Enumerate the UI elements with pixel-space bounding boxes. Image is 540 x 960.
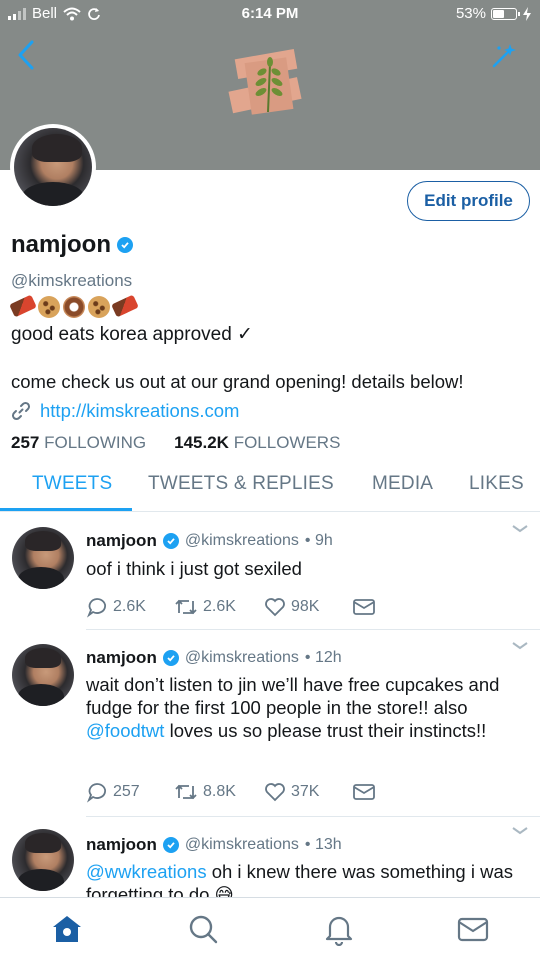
profile-name: namjoon	[11, 231, 111, 258]
tweet-actions: 2.6K 2.6K 98K	[86, 596, 376, 618]
retweet-icon	[175, 599, 197, 615]
speech-bubble-icon	[86, 783, 106, 803]
tweet-author-handle: @kimskreations	[184, 649, 299, 666]
cookie-icon	[88, 296, 110, 318]
tweet-avatar[interactable]	[12, 644, 74, 706]
tweet-text: @wwkreations oh i knew there was somethi…	[86, 860, 526, 897]
share-dm-button[interactable]	[352, 782, 376, 802]
tab-tweets-replies[interactable]: TWEETS & REPLIES	[148, 473, 334, 495]
following-count: 257	[11, 433, 40, 452]
edit-profile-button[interactable]: Edit profile	[407, 181, 530, 221]
followers-label: FOLLOWERS	[233, 433, 341, 452]
profile-link-text[interactable]: http://kimskreations.com	[40, 400, 239, 422]
bio-text: come check us out at our grand opening! …	[11, 371, 464, 392]
like-button[interactable]: 98K	[264, 597, 352, 617]
leaf-sticker-image	[228, 48, 302, 115]
like-count: 37K	[291, 783, 320, 800]
follow-stats: 257 FOLLOWING 145.2K FOLLOWERS	[11, 433, 340, 453]
followers-stat[interactable]: 145.2K FOLLOWERS	[174, 433, 340, 453]
profile-name-row: namjoon	[11, 231, 133, 259]
tweet-avatar[interactable]	[12, 829, 74, 891]
envelope-icon	[353, 784, 375, 800]
tweet-author-handle: @kimskreations	[184, 836, 299, 853]
chevron-down-icon[interactable]	[510, 523, 530, 535]
tweet-avatar[interactable]	[12, 527, 74, 589]
active-tab-indicator	[0, 508, 132, 511]
tweet-time: • 9h	[304, 532, 333, 549]
doughnut-icon	[63, 296, 85, 318]
tweet-author-handle: @kimskreations	[184, 532, 299, 549]
like-button[interactable]: 37K	[264, 782, 352, 802]
bio-emoji-row	[9, 294, 139, 318]
envelope-icon[interactable]	[456, 912, 490, 946]
bottom-tab-bar	[0, 897, 540, 960]
bio-tagline: good eats korea approved ✓	[11, 324, 253, 345]
reply-button[interactable]: 257	[86, 781, 174, 803]
battery-icon	[491, 7, 520, 20]
bell-icon[interactable]	[322, 912, 356, 946]
retweet-button[interactable]: 8.8K	[174, 782, 264, 802]
tweet-author-name: namjoon	[86, 835, 157, 854]
speech-bubble-icon	[86, 598, 106, 618]
charging-icon	[523, 6, 531, 21]
search-icon[interactable]	[186, 912, 220, 946]
following-label: FOLLOWING	[44, 433, 147, 452]
tweet-header: namjoon @kimskreations • 13h	[86, 835, 342, 855]
tweet[interactable]: namjoon @kimskreations • 13h @wwkreation…	[0, 817, 540, 897]
profile-link[interactable]: http://kimskreations.com	[11, 400, 239, 422]
chevron-down-icon[interactable]	[510, 640, 530, 652]
sparkle-icon[interactable]	[488, 42, 518, 68]
heart-icon	[265, 598, 285, 617]
cookie-icon	[38, 296, 60, 318]
tab-tweets[interactable]: TWEETS	[32, 473, 112, 495]
following-stat[interactable]: 257 FOLLOWING	[11, 433, 146, 453]
reply-button[interactable]: 2.6K	[86, 596, 174, 618]
tweet-text-part: loves us so please trust their instincts…	[164, 720, 487, 741]
retweet-icon	[175, 784, 197, 800]
tweet[interactable]: namjoon @kimskreations • 9h oof i think …	[0, 512, 540, 630]
verified-icon	[162, 650, 179, 666]
profile-handle: @kimskreations	[11, 271, 133, 290]
tweet-time: • 13h	[304, 836, 342, 853]
chevron-down-icon[interactable]	[510, 825, 530, 837]
reply-count: 257	[113, 783, 140, 800]
tweet[interactable]: namjoon @kimskreations • 12h wait don’t …	[0, 630, 540, 817]
link-icon	[11, 401, 31, 421]
tab-likes[interactable]: LIKES	[469, 473, 524, 495]
tweet-text: wait don’t listen to jin we’ll have free…	[86, 673, 526, 742]
profile-avatar[interactable]	[10, 124, 96, 210]
chocolate-icon	[111, 294, 139, 318]
like-count: 98K	[291, 598, 320, 615]
retweet-count: 2.6K	[203, 598, 236, 615]
followers-count: 145.2K	[174, 433, 229, 452]
reply-count: 2.6K	[113, 598, 146, 615]
verified-icon	[162, 533, 179, 549]
tweet-actions: 257 8.8K 37K	[86, 781, 376, 803]
tweet-header: namjoon @kimskreations • 12h	[86, 648, 342, 668]
mention-link[interactable]: @wwkreations	[86, 861, 207, 882]
tweet-author-name: namjoon	[86, 648, 157, 667]
battery-percent: 53%	[455, 5, 486, 22]
tweet-text: oof i think i just got sexiled	[86, 558, 302, 579]
verified-icon	[162, 837, 179, 853]
tweet-author-name: namjoon	[86, 531, 157, 550]
retweet-button[interactable]: 2.6K	[174, 597, 264, 617]
home-icon[interactable]	[50, 912, 84, 946]
heart-icon	[265, 783, 285, 802]
tab-media[interactable]: MEDIA	[372, 473, 433, 495]
tweet-header: namjoon @kimskreations • 9h	[86, 531, 333, 551]
tweet-text-part: wait don’t listen to jin we’ll have free…	[86, 674, 500, 718]
share-dm-button[interactable]	[352, 597, 376, 617]
tweet-time: • 12h	[304, 649, 342, 666]
profile-tabs: TWEETS TWEETS & REPLIES MEDIA LIKES	[0, 466, 540, 512]
envelope-icon	[353, 599, 375, 615]
retweet-count: 8.8K	[203, 783, 236, 800]
verified-icon	[117, 237, 133, 253]
chocolate-icon	[9, 294, 37, 318]
status-bar: Bell 6:14 PM 53%	[0, 0, 540, 30]
back-button[interactable]	[12, 38, 42, 72]
mention-link[interactable]: @foodtwt	[86, 720, 164, 741]
